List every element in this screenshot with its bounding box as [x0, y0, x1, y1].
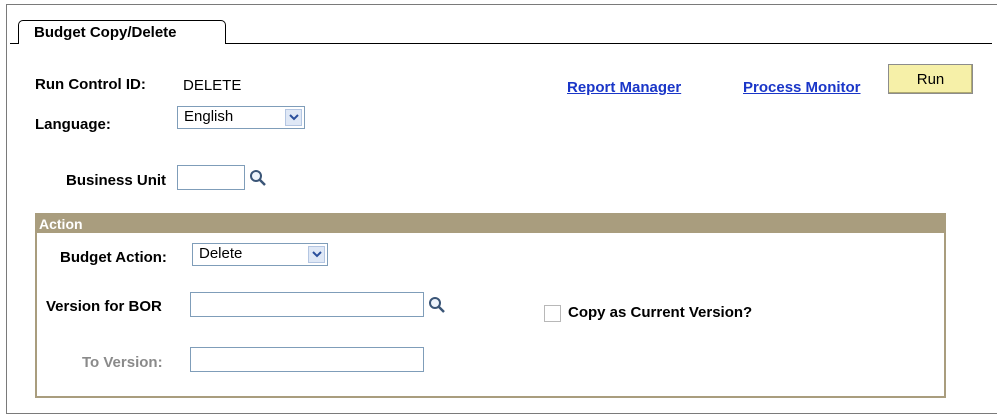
tab-label: Budget Copy/Delete — [34, 24, 177, 41]
chevron-down-icon — [285, 109, 302, 126]
to-version-label: To Version: — [82, 354, 163, 371]
language-label: Language: — [35, 116, 111, 133]
tab-divider-left — [10, 43, 18, 44]
language-select-value: English — [184, 108, 234, 125]
action-group-header: Action — [37, 215, 944, 233]
action-group: Action — [35, 213, 946, 398]
language-select[interactable]: English — [177, 106, 305, 129]
tab-divider — [226, 43, 992, 44]
copy-as-current-label: Copy as Current Version? — [568, 304, 753, 321]
version-for-bor-lookup-icon[interactable] — [428, 296, 446, 314]
version-for-bor-label: Version for BOR — [46, 298, 162, 315]
run-control-value: DELETE — [183, 77, 242, 94]
run-control-label: Run Control ID: — [35, 76, 146, 93]
budget-action-label: Budget Action: — [60, 249, 167, 266]
run-button[interactable]: Run — [888, 64, 973, 94]
to-version-input[interactable] — [190, 347, 424, 372]
business-unit-input[interactable] — [177, 165, 245, 190]
copy-as-current-checkbox[interactable] — [544, 305, 561, 322]
process-monitor-link[interactable]: Process Monitor — [743, 79, 861, 96]
chevron-down-icon — [308, 246, 325, 263]
budget-action-value: Delete — [199, 245, 243, 262]
version-for-bor-input[interactable] — [190, 292, 424, 317]
budget-action-select[interactable]: Delete — [192, 243, 328, 266]
business-unit-label: Business Unit — [66, 172, 167, 189]
business-unit-lookup-icon[interactable] — [249, 169, 267, 187]
report-manager-link[interactable]: Report Manager — [567, 79, 681, 96]
tab-budget-copy-delete[interactable]: Budget Copy/Delete — [18, 20, 226, 44]
